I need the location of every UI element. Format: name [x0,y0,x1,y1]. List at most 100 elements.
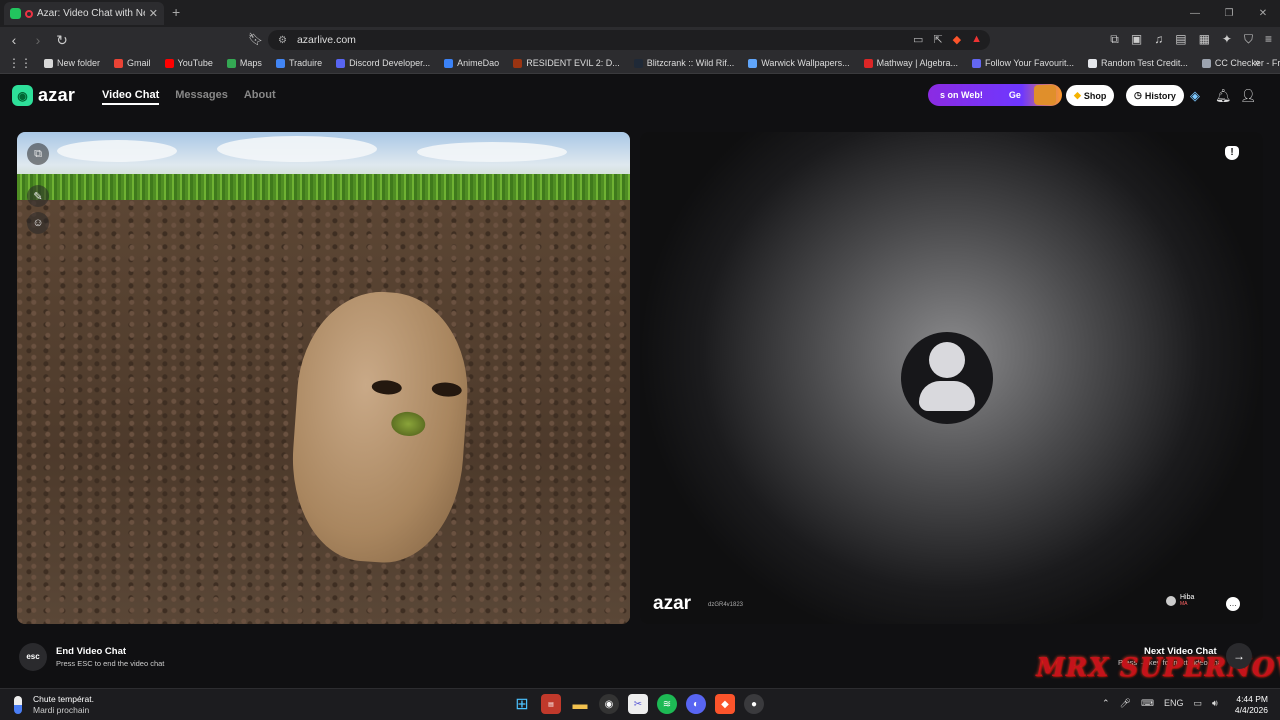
profile-icon[interactable]: 👤︎ [1240,88,1257,104]
windows-taskbar: Chute températ. Mardi prochain ⊞ ▤ ▬ ◉ ✂… [0,688,1280,720]
spotify-icon[interactable]: ≋ [657,694,677,714]
gems-icon[interactable]: ◈ [1190,88,1200,104]
effects-wand-icon[interactable]: ✎ [27,185,49,207]
promo-character-icon [1034,85,1056,105]
weather-line-2[interactable]: Mardi prochain [33,705,89,715]
report-icon[interactable]: ! [1225,146,1239,160]
back-icon[interactable]: ‹ [4,32,24,48]
sticker-icon[interactable]: ☺ [27,212,49,234]
forward-icon[interactable]: › [28,32,48,48]
nav-video-chat[interactable]: Video Chat [102,89,160,105]
tab-close-icon[interactable]: ✕ [149,7,158,20]
browser-tab[interactable]: Azar: Video Chat with New Pe ✕ [4,2,164,25]
share-icon[interactable]: ⇱ [933,33,942,46]
pip-toggle-icon[interactable]: ⧉ [27,143,49,165]
bookmark-label: Traduire [288,58,323,68]
end-video-chat-button[interactable]: esc [19,643,47,671]
new-tab-button[interactable]: + [172,4,180,20]
bookmark-item[interactable]: Mathway | Algebra... [863,58,958,68]
bookmark-label: Blitzcrank :: Wild Rif... [646,58,735,68]
sidebar-icon[interactable]: ▤ [1175,32,1186,47]
obs-icon[interactable]: ◉ [599,694,619,714]
shop-button[interactable]: ◆ Shop [1066,85,1115,106]
browser-tabbar: Azar: Video Chat with New Pe ✕ + — ❐ ✕ [0,0,1280,27]
history-label: History [1144,90,1176,101]
promo-banner[interactable]: s on Web! Ge [928,84,1062,106]
microphone-icon[interactable]: 🎤︎ [1120,698,1131,709]
language-indicator[interactable]: ENG [1164,698,1184,709]
partner-avatar [1166,595,1176,606]
weather-line-1[interactable]: Chute températ. [33,694,94,704]
tray-overflow-icon[interactable]: ⌃ [1102,698,1110,709]
news-app-icon[interactable]: ▤ [541,694,561,714]
avatar-head [929,342,965,378]
screenshot-icon[interactable]: ▣ [1131,32,1142,47]
bookmark-item[interactable]: Gmail [114,58,151,68]
bookmark-item[interactable]: New folder [44,58,100,68]
bookmark-item[interactable]: Maps [226,58,262,68]
cloud [57,140,177,162]
apps-grid-icon[interactable]: ⋮⋮ [8,56,32,70]
url-field[interactable]: ⚙ azarlive.com ▭ ⇱ ◆ ▲ [268,30,990,50]
recording-app-icon[interactable]: ● [744,694,764,714]
site-info-icon[interactable]: ⚙ [278,35,287,46]
bookmark-item[interactable]: Traduire [275,58,323,68]
nav-about[interactable]: About [244,89,276,105]
reload-icon[interactable]: ↻ [52,32,72,49]
discord-icon[interactable]: ◐ [686,694,706,714]
bookmark-item[interactable]: YouTube [164,58,213,68]
address-toolbar: ‹ › ↻ 🔖︎ ⚙ azarlive.com ▭ ⇱ ◆ ▲ ⧉ ▣ ♫ ▤ … [0,27,1280,53]
system-tray: ⌃ 🎤︎ ⌨ ENG ▭ 🔊︎ [1102,698,1218,709]
partner-name: Hiba [1180,594,1195,601]
brave-shield-icon[interactable]: ◆ [953,33,961,46]
menu-icon[interactable]: ≡ [1265,32,1272,47]
keyboard-icon[interactable]: ⌨ [1141,698,1154,709]
volume-icon[interactable]: 🔊︎ [1212,698,1218,709]
wallet-icon[interactable]: ▦ [1199,32,1210,47]
bookmark-label: Random Test Credit... [1101,58,1188,68]
bookmark-favicon-icon [44,58,53,68]
brave-rewards-icon[interactable]: ▲ [971,33,982,46]
bookmark-item[interactable]: AnimeDao [444,58,499,68]
bookmark-item[interactable]: Discord Developer... [336,58,430,68]
bookmark-page-icon[interactable]: 🔖︎ [248,32,263,46]
windows-start-icon[interactable]: ⊞ [512,694,532,714]
nav-messages[interactable]: Messages [175,89,228,105]
close-window-icon[interactable]: ✕ [1246,0,1280,27]
bookmark-item[interactable]: Follow Your Favourit... [972,58,1074,68]
notification-bell-icon[interactable]: 🔔︎ [1215,88,1232,104]
vpn-icon[interactable]: ⛉ [1244,32,1253,47]
azar-favicon-icon [10,8,21,19]
tab-title: Azar: Video Chat with New Pe [37,8,145,19]
bookmark-item[interactable]: Warwick Wallpapers... [748,58,850,68]
azar-logo[interactable]: ◉ azar [12,85,75,106]
recording-icon [25,9,33,18]
bookmark-label: RESIDENT EVIL 2: D... [526,58,620,68]
bookmark-item[interactable]: Random Test Credit... [1088,58,1188,68]
bookmark-item[interactable]: Blitzcrank :: Wild Rif... [633,58,735,68]
extension-icons: ⧉ ▣ ♫ ▤ ▦ ✦ ⛉ ≡ [1110,32,1272,47]
media-icon[interactable]: ♫ [1154,32,1163,47]
bookmark-item[interactable]: CC Checker - Free c... [1201,58,1280,68]
bookmark-favicon-icon [513,58,523,68]
minimize-icon[interactable]: — [1178,0,1212,27]
bookmark-favicon-icon [226,58,236,68]
thermometer-icon[interactable] [14,696,22,714]
next-video-chat-button[interactable]: → [1226,643,1252,669]
network-icon[interactable]: ▭ [1194,698,1203,709]
bookmark-label: Warwick Wallpapers... [761,58,850,68]
bookmark-favicon-icon [1201,58,1211,68]
extensions-icon[interactable]: ⧉ [1110,32,1119,47]
bookmark-item[interactable]: RESIDENT EVIL 2: D... [513,58,620,68]
brave-browser-icon[interactable]: ◆ [715,694,735,714]
system-clock[interactable]: 4:44 PM 4/4/2026 [1232,694,1268,716]
partner-user-tag[interactable]: Hiba MA [1166,594,1194,607]
leo-ai-icon[interactable]: ✦ [1222,32,1232,47]
snipping-tool-icon[interactable]: ✂ [628,694,648,714]
cast-icon[interactable]: ▭ [913,33,923,46]
history-button[interactable]: ◷ History [1126,85,1184,106]
file-explorer-icon[interactable]: ▬ [570,694,590,714]
chat-icon[interactable]: … [1226,597,1240,611]
bookmarks-overflow-icon[interactable]: » [1254,57,1260,69]
maximize-icon[interactable]: ❐ [1212,0,1246,27]
